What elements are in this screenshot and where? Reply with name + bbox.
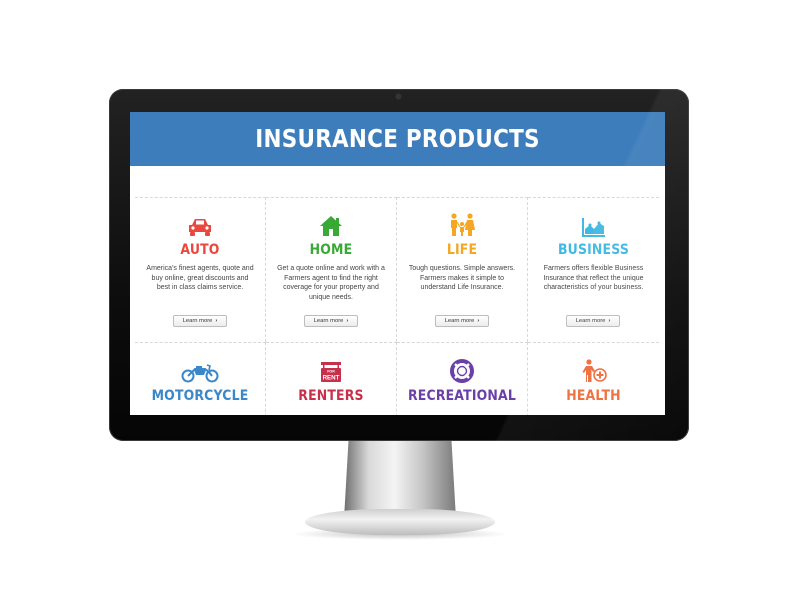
product-card-health[interactable]: HEALTH (528, 342, 659, 415)
product-description: America's finest agents, quote and buy o… (146, 265, 254, 292)
rent-sign-big-text: RENT (323, 375, 340, 382)
product-card-renters[interactable]: FOR RENT RENTERS (266, 342, 397, 415)
product-card-motorcycle[interactable]: MOTORCYCLE (135, 342, 266, 415)
product-card-recreational[interactable]: RECREATIONAL (397, 342, 528, 415)
chart-icon (528, 213, 659, 237)
button-label: Learn more (313, 318, 344, 324)
products-grid: AUTO America's finest agents, quote and … (135, 197, 660, 415)
product-card-business: BUSINESS Farmers offers flexible Busines… (528, 197, 659, 342)
product-title: HEALTH (566, 388, 621, 404)
monitor-screen: INSURANCE PRODUCTS AUTO America's finest… (130, 112, 665, 415)
product-description: Get a quote online and work with a Farme… (277, 265, 385, 301)
button-label: Learn more (182, 318, 213, 324)
house-icon (266, 213, 396, 237)
learn-more-button-life[interactable]: Learn more › (435, 315, 489, 327)
product-title: LIFE (446, 242, 478, 258)
rent-sign-small-text: FOR (327, 370, 335, 374)
medical-person-icon (528, 359, 659, 383)
learn-more-button-auto[interactable]: Learn more › (173, 315, 227, 327)
button-label: Learn more (444, 318, 475, 324)
motorcycle-icon (135, 359, 265, 383)
product-description: Tough questions. Simple answers. Farmers… (408, 265, 516, 292)
life-ring-icon (397, 359, 527, 383)
product-title: MOTORCYCLE (151, 388, 249, 404)
monitor-stand-base (305, 509, 495, 535)
learn-more-button-home[interactable]: Learn more › (304, 315, 358, 327)
products-row: AUTO America's finest agents, quote and … (135, 197, 660, 342)
product-card-auto: AUTO America's finest agents, quote and … (135, 197, 266, 342)
product-title: HOME (309, 242, 353, 258)
family-icon (397, 213, 527, 237)
products-row: MOTORCYCLE FOR RENT RENTERS RECREATIONAL… (135, 342, 660, 415)
product-card-home: HOME Get a quote online and work with a … (266, 197, 397, 342)
product-title: RECREATIONAL (408, 388, 516, 404)
page-title: INSURANCE PRODUCTS (167, 112, 628, 166)
car-icon (135, 213, 265, 237)
learn-more-button-business[interactable]: Learn more › (566, 315, 620, 327)
product-title: AUTO (180, 242, 220, 258)
for-rent-sign-icon: FOR RENT (266, 359, 396, 383)
webcam-icon (396, 94, 401, 99)
product-card-life: LIFE Tough questions. Simple answers. Fa… (397, 197, 528, 342)
chevron-right-icon: › (215, 318, 218, 324)
product-description: Farmers offers flexible Business Insuran… (543, 265, 644, 292)
chevron-right-icon: › (477, 318, 480, 324)
chevron-right-icon: › (346, 318, 349, 324)
chevron-right-icon: › (608, 318, 611, 324)
button-label: Learn more (575, 318, 606, 324)
monitor-stand-neck (344, 441, 456, 519)
product-title: BUSINESS (557, 242, 629, 258)
product-title: RENTERS (298, 388, 364, 404)
header-banner: INSURANCE PRODUCTS (130, 112, 665, 166)
